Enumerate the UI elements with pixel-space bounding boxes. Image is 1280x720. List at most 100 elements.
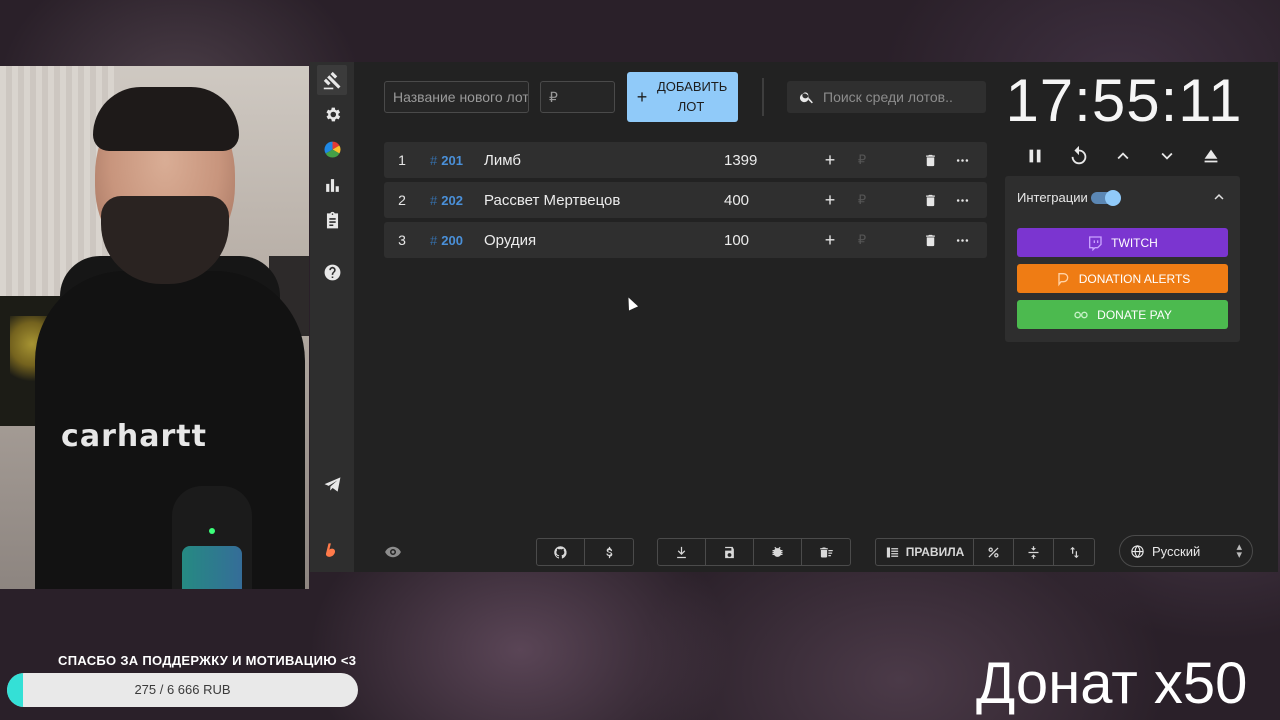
- bar-chart-icon: [325, 178, 339, 192]
- add-amount-button[interactable]: +: [814, 230, 846, 251]
- twitch-icon: [1089, 235, 1102, 251]
- reset-timer-button[interactable]: [1065, 142, 1093, 170]
- integrations-toggle[interactable]: [1091, 190, 1121, 206]
- percent-button[interactable]: [974, 539, 1014, 565]
- trash-icon: [925, 155, 935, 167]
- lot-amount[interactable]: 1399: [724, 152, 814, 169]
- search-placeholder: Поиск среди лотов..: [823, 89, 953, 105]
- history-nav-button[interactable]: [317, 205, 347, 235]
- donation-goal-bar: 275 / 6 666 RUB: [7, 673, 358, 707]
- currency-input[interactable]: ₽: [846, 232, 878, 248]
- telegram-icon: [324, 476, 340, 492]
- donat-multiplier-text: Донат x50: [976, 651, 1248, 716]
- more-horizontal-icon: [956, 159, 968, 162]
- restart-icon: [1071, 145, 1087, 165]
- rules-button[interactable]: ПРАВИЛА: [876, 539, 974, 565]
- donation-alerts-label: DONATION ALERTS: [1078, 271, 1191, 286]
- thanks-text: СПАСБО ЗА ПОДДЕРЖКУ И МОТИВАЦИЮ <3: [58, 653, 357, 668]
- wheel-nav-button[interactable]: [317, 134, 347, 164]
- new-lot-price-input[interactable]: ₽: [540, 81, 615, 113]
- telegram-link-button[interactable]: [317, 469, 347, 499]
- lot-index: 1: [398, 152, 406, 168]
- donate-link-button[interactable]: [585, 539, 633, 565]
- save-button[interactable]: [706, 539, 754, 565]
- plus-icon: +: [636, 86, 648, 107]
- microphone: [172, 486, 252, 589]
- pause-button[interactable]: [1021, 142, 1049, 170]
- trash-icon: [925, 235, 935, 247]
- bug-icon: [772, 546, 783, 557]
- compress-button[interactable]: [1014, 539, 1054, 565]
- lot-menu-button[interactable]: [946, 230, 978, 251]
- lot-id[interactable]: #202: [420, 193, 484, 208]
- settings-nav-button[interactable]: [317, 99, 347, 129]
- twitch-button[interactable]: TWITCH: [1017, 228, 1228, 257]
- donation-goal-text: 275 / 6 666 RUB: [134, 682, 231, 697]
- sidebar-rail: [310, 62, 354, 572]
- download-button[interactable]: [658, 539, 706, 565]
- delete-lot-button[interactable]: [914, 230, 946, 251]
- clear-lots-button[interactable]: [802, 539, 850, 565]
- add-time-button[interactable]: [1109, 142, 1137, 170]
- delete-lot-button[interactable]: [914, 150, 946, 171]
- currency-input[interactable]: ₽: [846, 152, 878, 168]
- integrations-label: Интеграции: [1017, 190, 1088, 205]
- lot-name[interactable]: Орудия: [484, 232, 724, 249]
- language-select[interactable]: Русский ▴ ▾: [1119, 535, 1253, 567]
- lot-menu-button[interactable]: [946, 150, 978, 171]
- add-amount-button[interactable]: +: [814, 190, 846, 211]
- select-arrows-icon: ▴ ▾: [1236, 541, 1242, 561]
- rules-button-group: ПРАВИЛА: [875, 538, 1095, 566]
- github-button[interactable]: [537, 539, 585, 565]
- links-button-group: [536, 538, 634, 566]
- clipboard-icon: [326, 211, 338, 228]
- pause-icon: [1029, 149, 1041, 163]
- mic-light: [209, 528, 215, 534]
- download-icon: [677, 546, 686, 558]
- lot-index: 3: [398, 232, 406, 248]
- eye-icon[interactable]: [384, 543, 402, 561]
- more-horizontal-icon: [956, 239, 968, 242]
- lot-id[interactable]: #200: [420, 233, 484, 248]
- lot-amount[interactable]: 100: [724, 232, 814, 249]
- auction-timer: 17:55:11: [1005, 67, 1243, 134]
- list-icon: [886, 547, 898, 557]
- brand-logo-button[interactable]: [317, 535, 347, 565]
- streamer-hair: [93, 87, 239, 151]
- dollar-icon: [605, 546, 612, 558]
- lot-name[interactable]: Рассвет Мертвецов: [484, 192, 724, 209]
- sort-button[interactable]: [1054, 539, 1094, 565]
- delete-lot-button[interactable]: [914, 190, 946, 211]
- donation-alerts-icon: [1058, 272, 1069, 286]
- donate-pay-label: DONATE PAY: [1097, 307, 1172, 322]
- lot-name[interactable]: Лимб: [484, 152, 724, 169]
- globe-icon: [1131, 544, 1144, 558]
- lot-menu-button[interactable]: [946, 190, 978, 211]
- double-time-button[interactable]: [1197, 142, 1225, 170]
- stats-nav-button[interactable]: [317, 170, 347, 200]
- lot-row: 2 #202 Рассвет Мертвецов 400 + ₽: [384, 182, 987, 218]
- lot-search-input[interactable]: Поиск среди лотов..: [787, 81, 986, 113]
- lot-amount[interactable]: 400: [724, 192, 814, 209]
- auction-nav-button[interactable]: [317, 65, 347, 95]
- bug-report-button[interactable]: [754, 539, 802, 565]
- add-amount-button[interactable]: +: [814, 150, 846, 171]
- donate-pay-button[interactable]: DONATE PAY: [1017, 300, 1228, 329]
- currency-input[interactable]: ₽: [846, 192, 878, 208]
- new-lot-name-input[interactable]: Название нового лота: [384, 81, 529, 113]
- lot-index: 2: [398, 192, 406, 208]
- delete-sweep-icon: [819, 547, 833, 557]
- subtract-time-button[interactable]: [1153, 142, 1181, 170]
- data-button-group: [657, 538, 851, 566]
- chevron-up-icon[interactable]: [1210, 188, 1228, 206]
- webcam-feed: carhartt: [0, 66, 309, 589]
- gear-icon: [325, 107, 340, 121]
- github-icon: [554, 545, 567, 558]
- auction-app: Название нового лота ₽ + ДОБАВИТЬ ЛОТ Пои…: [310, 62, 1278, 572]
- help-nav-button[interactable]: [317, 257, 347, 287]
- vertical-align-center-icon: [1028, 545, 1039, 559]
- lot-id[interactable]: #201: [420, 153, 484, 168]
- donation-alerts-button[interactable]: DONATION ALERTS: [1017, 264, 1228, 293]
- add-lot-button[interactable]: + ДОБАВИТЬ ЛОТ: [627, 72, 738, 122]
- brand-logo-icon: [325, 542, 335, 557]
